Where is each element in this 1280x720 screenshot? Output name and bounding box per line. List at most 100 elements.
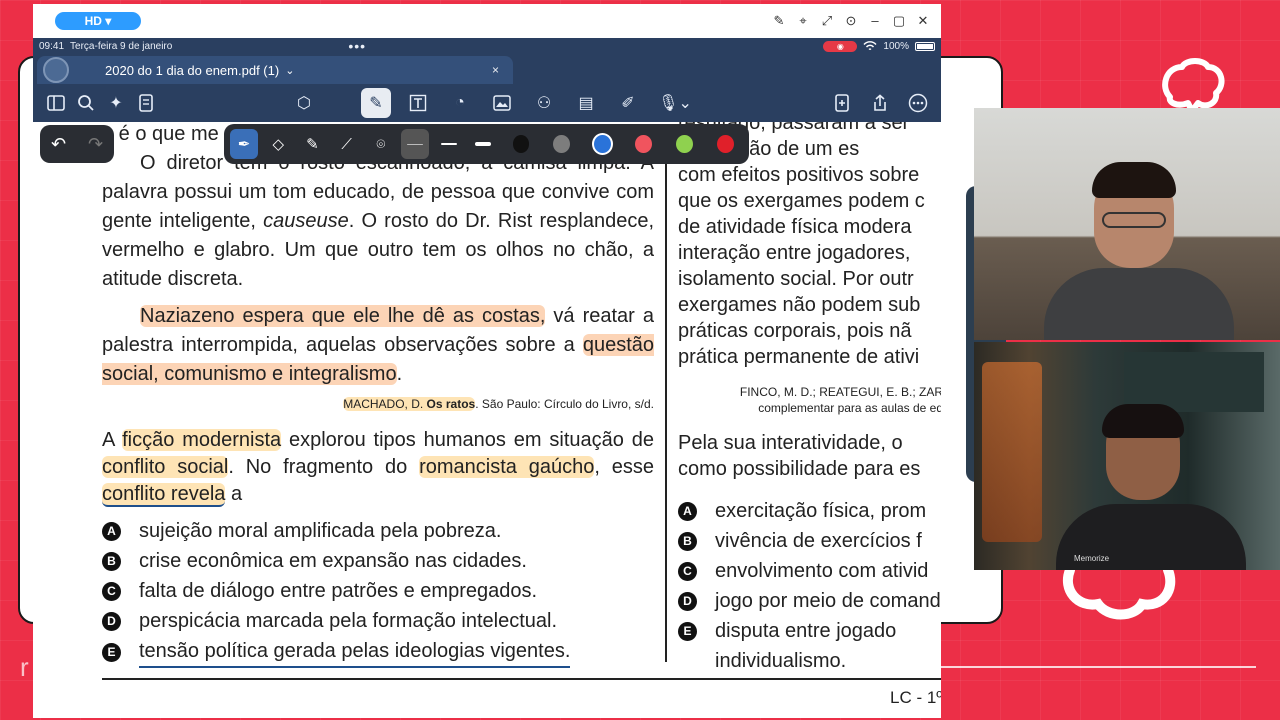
share-icon[interactable] (865, 88, 895, 118)
right-option-c-text: envolvimento com ativid (715, 560, 929, 582)
color-swatch-green[interactable] (676, 135, 694, 153)
sticky-note-icon[interactable]: ▤ (571, 88, 601, 118)
stem-d: , esse (594, 456, 655, 478)
highlighter-icon[interactable]: ✎ (298, 129, 326, 159)
option-b[interactable]: Bcrise econômica em expansão nas cidades… (102, 546, 654, 576)
page-footer: LC - 1º (890, 688, 941, 707)
option-badge-e: E (102, 642, 121, 662)
option-badge-c: C (102, 581, 121, 601)
right-line: que os exergames podem c (678, 190, 925, 212)
chevron-down-icon[interactable]: ⌄ (285, 64, 294, 77)
undo-redo-bar: ↶ ↷ (40, 125, 114, 163)
search-icon[interactable] (71, 88, 101, 118)
stroke-thin-button[interactable] (400, 129, 430, 159)
stamp-icon[interactable]: ⚇ (529, 88, 559, 118)
option-c-text: falta de diálogo entre patrões e emprega… (139, 580, 538, 602)
pin-icon[interactable]: ⌖ (795, 13, 811, 29)
undo-icon[interactable]: ↶ (51, 134, 66, 155)
pdf-page[interactable]: e é o que me ... O diretor tem o rosto e… (33, 122, 941, 718)
reference-line-2: complementar para as aulas de ed (758, 401, 941, 415)
ruler-icon[interactable]: ⟋ (333, 129, 361, 159)
battery-icon (915, 41, 935, 51)
screen-record-icon: ◉ (823, 40, 858, 52)
maximize-icon[interactable]: ▢ (891, 13, 907, 29)
multitask-dots-icon[interactable]: ••• (348, 38, 366, 54)
stem-a: A (102, 429, 123, 451)
option-badge-d: D (102, 611, 121, 631)
guest-person (1056, 404, 1246, 570)
stroke-thick-button[interactable] (469, 129, 497, 159)
color-swatch-pink[interactable] (635, 135, 653, 153)
option-a-text: sujeição moral amplificada pela pobreza. (139, 520, 502, 542)
right-question-line: Pela sua interatividade, o (678, 432, 903, 454)
source-title: Os ratos (426, 397, 476, 411)
option-d-text: perspicácia marcada pela formação intele… (139, 610, 557, 632)
pen-palette: ✒ ◇ ✎ ⟋ ⌾ (224, 124, 749, 164)
window-titlebar: HD ▾ ✎ ⌖ ⤢ ⊙ – ▢ ✕ (33, 4, 941, 38)
redo-icon[interactable]: ↷ (88, 134, 103, 155)
mic-icon[interactable]: 🎙︎⌄ (655, 88, 695, 118)
option-d[interactable]: Dperspicácia marcada pela formação intel… (102, 606, 654, 636)
stem-b: explorou tipos humanos em situação de (281, 429, 654, 451)
color-swatch-red[interactable] (717, 135, 734, 153)
fountain-pen-icon[interactable]: ✒ (230, 129, 259, 159)
hd-quality-button[interactable]: HD ▾ (55, 12, 141, 30)
shape-icon[interactable]: ◔ (445, 88, 475, 118)
option-c[interactable]: Cfalta de diálogo entre patrões e empreg… (102, 576, 654, 606)
tab-close-icon[interactable]: × (492, 63, 499, 77)
background-letter: r (20, 652, 29, 682)
highlight-conflito-revela: conflito revela (102, 483, 226, 507)
crop-icon[interactable]: ⤢ (819, 13, 835, 29)
webcam-guest: Memorize (974, 342, 1280, 570)
status-date: Terça-feira 9 de janeiro (70, 40, 173, 52)
highlight-conflito-social: conflito social (102, 456, 229, 478)
right-reference: FINCO, M. D.; REATEGUI, E. B.; ZAR compl… (678, 384, 941, 416)
paragraph-2-end: . (396, 363, 403, 385)
tab-thumbnail-icon (43, 57, 69, 83)
color-swatch-blue[interactable] (594, 135, 612, 153)
option-e[interactable]: Etensão política gerada pelas ideologias… (102, 636, 654, 668)
add-page-icon[interactable] (827, 88, 857, 118)
record-icon[interactable]: ⊙ (843, 13, 859, 29)
wifi-icon (863, 41, 877, 51)
close-icon[interactable]: ✕ (915, 13, 931, 29)
right-option-d[interactable]: Djogo por meio de comand (678, 586, 941, 616)
pen-tool-icon[interactable]: ✎ (361, 88, 391, 118)
webcam-presenter (974, 108, 1280, 340)
image-icon[interactable] (487, 88, 517, 118)
lasso-tool-icon[interactable]: ⌾ (367, 129, 395, 159)
document-icon[interactable] (131, 88, 161, 118)
minimize-icon[interactable]: – (867, 13, 883, 29)
pen-icon[interactable]: ✎ (771, 13, 787, 29)
option-badge-b: B (102, 551, 121, 571)
source-author: MACHADO, D. (343, 397, 427, 411)
top-fragment-text: e é o que me (102, 123, 219, 145)
sparkle-icon[interactable]: ✦ (101, 88, 131, 118)
option-e-text: tensão política gerada pelas ideologias … (139, 636, 571, 668)
shirt-logo-text: Memorize (1074, 554, 1110, 563)
sidebar-icon[interactable] (41, 88, 71, 118)
right-option-e[interactable]: Edisputa entre jogado (678, 616, 941, 646)
paragraph-1-italic: causeuse (263, 210, 349, 232)
right-line: de atividade física modera (678, 216, 912, 238)
right-option-a[interactable]: Aexercitação física, prom (678, 496, 941, 526)
color-swatch-black[interactable] (512, 135, 530, 153)
lasso-icon[interactable]: ⬡ (289, 88, 319, 118)
right-line: isolamento social. Por outr (678, 268, 914, 290)
color-swatch-gray[interactable] (553, 135, 571, 153)
option-a[interactable]: Asujeição moral amplificada pela pobreza… (102, 516, 654, 546)
more-icon[interactable] (903, 88, 933, 118)
right-option-c[interactable]: Cenvolvimento com ativid (678, 556, 941, 586)
stroke-medium-button[interactable] (435, 129, 463, 159)
right-option-e-continuation: individualismo. (715, 650, 847, 672)
right-option-d-text: jogo por meio de comand (715, 590, 941, 612)
right-column: resultado, passaram a ser na adoção de u… (678, 122, 941, 676)
eraser-tool-icon[interactable]: ◇ (264, 129, 292, 159)
status-indicators: ◉ 100% (823, 40, 935, 52)
text-box-icon[interactable] (403, 88, 433, 118)
right-option-b[interactable]: Bvivência de exercícios f (678, 526, 941, 556)
tab-document[interactable]: 2020 do 1 dia do enem.pdf (1) ⌄ × (37, 56, 513, 84)
device-statusbar: 09:41 Terça-feira 9 de janeiro ••• ◉ 100… (33, 38, 941, 54)
right-option-badge-a: A (678, 501, 697, 521)
eraser-icon[interactable]: ✐ (613, 88, 643, 118)
